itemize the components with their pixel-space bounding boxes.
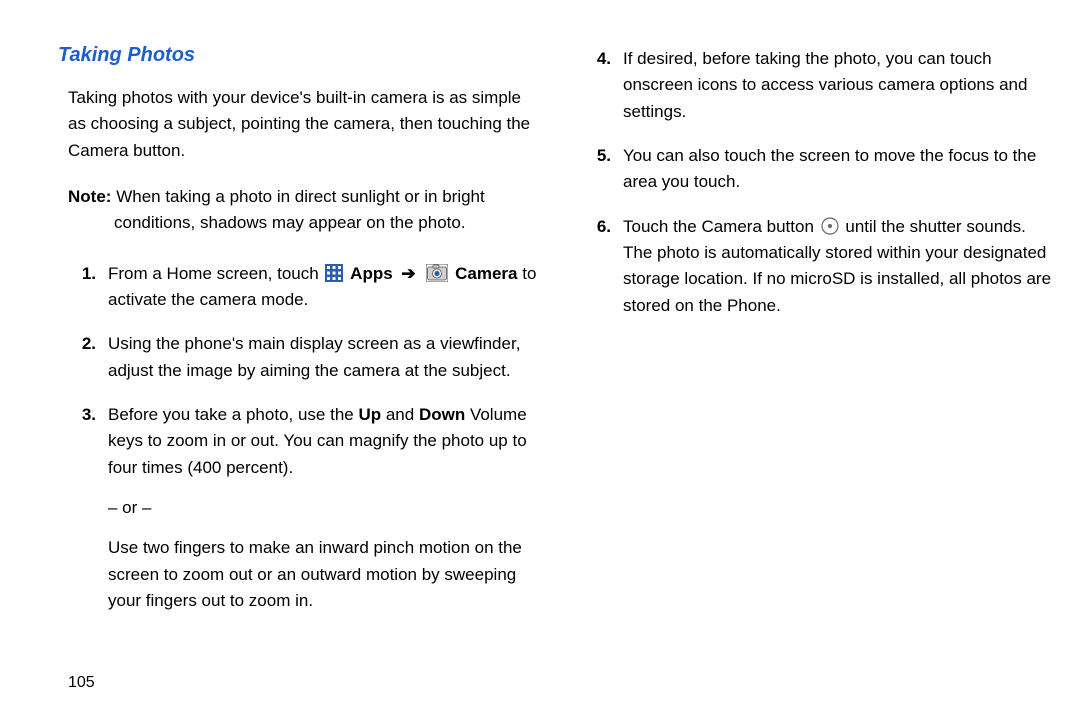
step-1: 1. From a Home screen, touch Apps ➔: [68, 261, 537, 314]
step-number: 2.: [68, 331, 96, 357]
down-key-label: Down: [419, 405, 465, 424]
or-separator: – or –: [108, 495, 537, 521]
step-6-pre: Touch the Camera button: [623, 217, 819, 236]
steps-list-left: 1. From a Home screen, touch Apps ➔: [58, 261, 537, 615]
camera-label: Camera: [455, 264, 517, 283]
apps-grid-icon: [325, 264, 343, 282]
manual-page: Taking Photos Taking photos with your de…: [0, 0, 1080, 720]
step-number: 4.: [583, 46, 611, 72]
step-number: 5.: [583, 143, 611, 169]
step-3-pre: Before you take a photo, use the: [108, 405, 358, 424]
step-3-alt: Use two fingers to make an inward pinch …: [108, 535, 537, 614]
apps-label: Apps: [350, 264, 393, 283]
step-2-text: Using the phone's main display screen as…: [108, 334, 520, 379]
arrow-icon: ➔: [401, 264, 415, 283]
left-column: Taking Photos Taking photos with your de…: [58, 40, 537, 696]
step-number: 1.: [68, 261, 96, 287]
page-number: 105: [68, 674, 95, 692]
step-5: 5. You can also touch the screen to move…: [583, 143, 1052, 196]
step-number: 6.: [583, 214, 611, 240]
steps-list-right: 4. If desired, before taking the photo, …: [573, 46, 1052, 319]
intro-paragraph: Taking photos with your device's built-i…: [58, 85, 537, 164]
step-1-pre: From a Home screen, touch: [108, 264, 319, 283]
section-heading: Taking Photos: [58, 40, 537, 71]
shutter-button-icon: [821, 217, 839, 235]
right-column: 4. If desired, before taking the photo, …: [573, 40, 1052, 696]
step-4-text: If desired, before taking the photo, you…: [623, 49, 1027, 121]
step-5-text: You can also touch the screen to move th…: [623, 146, 1036, 191]
camera-icon: [426, 264, 448, 282]
note-text-line1: When taking a photo in direct sunlight o…: [116, 187, 485, 206]
step-4: 4. If desired, before taking the photo, …: [583, 46, 1052, 125]
note-label: Note:: [68, 187, 111, 206]
up-key-label: Up: [358, 405, 381, 424]
step-number: 3.: [68, 402, 96, 428]
step-3: 3. Before you take a photo, use the Up a…: [68, 402, 537, 614]
step-3-mid: and: [381, 405, 419, 424]
step-6: 6. Touch the Camera button until the shu…: [583, 214, 1052, 319]
note-text-line2: conditions, shadows may appear on the ph…: [68, 210, 531, 236]
note-block: Note: When taking a photo in direct sunl…: [58, 184, 537, 237]
step-2: 2. Using the phone's main display screen…: [68, 331, 537, 384]
